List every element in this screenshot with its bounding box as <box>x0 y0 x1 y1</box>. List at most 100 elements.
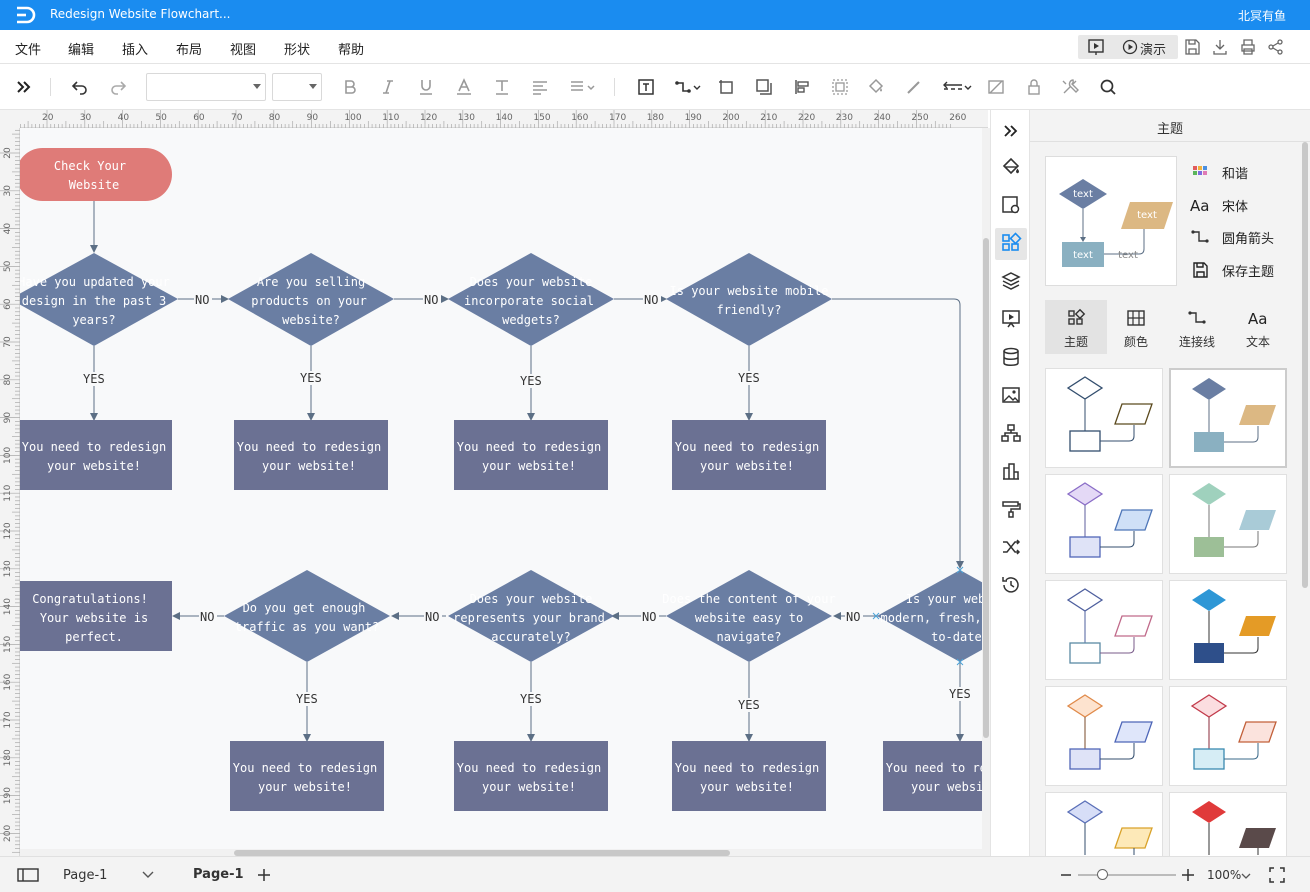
theme-card[interactable] <box>1045 474 1163 574</box>
theme-card[interactable] <box>1045 368 1163 468</box>
tab-connector[interactable]: 连接线 <box>1166 300 1228 354</box>
theme-card[interactable] <box>1169 580 1287 680</box>
fill-bucket-icon[interactable] <box>1000 156 1022 178</box>
font-size-select[interactable] <box>272 73 322 101</box>
italic-icon[interactable] <box>378 77 398 97</box>
shape-settings-icon[interactable] <box>1000 194 1022 216</box>
line-color-icon[interactable] <box>904 77 924 97</box>
presentation-mode-icon[interactable] <box>1078 35 1114 59</box>
decision-mobile-friendly[interactable]: Is your website mobile friendly? <box>666 253 832 346</box>
tab-theme[interactable]: 主题 <box>1045 300 1107 354</box>
text-box-icon[interactable] <box>636 77 656 97</box>
layers-icon[interactable] <box>1000 270 1022 292</box>
connector[interactable] <box>832 298 964 569</box>
collapse-panel-icon[interactable] <box>1000 120 1022 142</box>
decision-represents-brand[interactable]: Does your website represents your brand … <box>448 570 614 662</box>
shadow-icon[interactable] <box>754 77 774 97</box>
line-spacing-icon[interactable] <box>568 77 596 97</box>
decision-social-widgets[interactable]: Does your website incorporate social wed… <box>448 253 614 346</box>
process-redesign[interactable]: You need to redesign your website! <box>672 741 826 811</box>
line-style-icon[interactable] <box>942 77 972 97</box>
theme-card[interactable] <box>1045 580 1163 680</box>
decision-enough-traffic[interactable]: Do you get enough traffic as you want? <box>224 570 390 662</box>
theme-card-selected[interactable] <box>1169 368 1287 468</box>
zoom-in-icon[interactable] <box>1181 868 1195 882</box>
theme-card[interactable] <box>1169 792 1287 856</box>
history-icon[interactable] <box>1000 574 1022 596</box>
end-congratulations[interactable]: Congratulations! Your website is perfect… <box>20 581 172 651</box>
menu-shape[interactable]: 形状 <box>284 39 310 58</box>
start-terminator[interactable]: Check Your Website <box>20 148 172 201</box>
canvas-vertical-scrollbar[interactable] <box>982 128 990 856</box>
print-icon[interactable] <box>1238 37 1258 57</box>
menu-help[interactable]: 帮助 <box>338 39 364 58</box>
app-logo-icon[interactable] <box>14 5 36 25</box>
redo-icon[interactable] <box>108 77 128 97</box>
decision-modern-fresh[interactable]: Is your website modern, fresh, and up- t… <box>877 570 982 662</box>
menu-edit[interactable]: 编辑 <box>68 39 94 58</box>
zoom-slider-handle[interactable] <box>1097 869 1108 880</box>
process-redesign[interactable]: You need to redesign your website! <box>454 741 608 811</box>
menu-layout[interactable]: 布局 <box>176 39 202 58</box>
decision-updated-design[interactable]: Have you updated your design in the past… <box>20 253 178 346</box>
process-redesign[interactable]: You need to redesign your website! <box>234 420 388 490</box>
share-icon[interactable] <box>1266 37 1286 57</box>
presentation-icon[interactable] <box>1000 308 1022 330</box>
font-color-icon[interactable] <box>454 77 474 97</box>
user-name[interactable]: 北冥有鱼 <box>1238 7 1286 24</box>
add-page-icon[interactable] <box>257 868 271 882</box>
page-layout-icon[interactable] <box>16 867 40 883</box>
shuffle-icon[interactable] <box>1000 536 1022 558</box>
process-redesign[interactable]: You need to redesign your website! <box>20 420 172 490</box>
tools-icon[interactable] <box>1060 77 1080 97</box>
tab-color[interactable]: 颜色 <box>1105 300 1167 354</box>
group-icon[interactable] <box>830 77 850 97</box>
theme-card[interactable] <box>1169 474 1287 574</box>
fill-color-icon[interactable] <box>866 77 886 97</box>
text-style-icon[interactable] <box>492 77 512 97</box>
crop-icon[interactable] <box>716 77 736 97</box>
lock-icon[interactable] <box>1024 77 1044 97</box>
page-select[interactable]: Page-1 <box>63 868 107 883</box>
fullscreen-icon[interactable] <box>1268 866 1286 884</box>
panel-scrollbar-thumb[interactable] <box>1302 142 1308 588</box>
page-tab-active[interactable]: Page-1 <box>193 867 244 882</box>
theme-card[interactable] <box>1169 686 1287 786</box>
bold-icon[interactable] <box>340 77 360 97</box>
decision-selling-products[interactable]: Are you selling products on your website… <box>228 253 394 346</box>
align-icon[interactable] <box>530 77 550 97</box>
image-icon[interactable] <box>1000 384 1022 406</box>
theme-card[interactable] <box>1045 686 1163 786</box>
theme-card[interactable] <box>1045 792 1163 856</box>
menu-insert[interactable]: 插入 <box>122 39 148 58</box>
format-painter-icon[interactable] <box>1000 498 1022 520</box>
underline-icon[interactable] <box>416 77 436 97</box>
tab-text[interactable]: Aa 文本 <box>1227 300 1289 354</box>
download-icon[interactable] <box>1210 37 1230 57</box>
zoom-out-icon[interactable] <box>1060 868 1072 882</box>
zoom-slider[interactable] <box>1078 874 1176 876</box>
menu-file[interactable]: 文件 <box>15 39 41 58</box>
font-family-select[interactable] <box>146 73 266 101</box>
database-icon[interactable] <box>1000 346 1022 368</box>
drawing-canvas[interactable]: Check Your Website Have you updated your… <box>20 128 982 850</box>
connector-icon[interactable] <box>674 77 702 97</box>
menu-view[interactable]: 视图 <box>230 39 256 58</box>
present-button[interactable]: 演示 <box>1118 35 1176 59</box>
theme-grid-icon[interactable] <box>1000 232 1022 254</box>
zoom-level[interactable]: 100% <box>1207 868 1241 882</box>
save-icon[interactable] <box>1182 37 1202 57</box>
chevron-down-icon[interactable] <box>1241 873 1251 879</box>
undo-icon[interactable] <box>70 77 90 97</box>
decision-easy-navigate[interactable]: Does the content of your website easy to… <box>662 570 836 662</box>
double-chevron-right-icon[interactable] <box>14 77 34 97</box>
scrollbar-thumb[interactable] <box>983 238 989 738</box>
chevron-down-icon[interactable] <box>142 871 154 879</box>
table-chart-icon[interactable] <box>1000 460 1022 482</box>
org-chart-icon[interactable] <box>1000 422 1022 444</box>
align-objects-icon[interactable] <box>792 77 812 97</box>
process-redesign[interactable]: You need to redesign your website! <box>454 420 608 490</box>
search-icon[interactable] <box>1098 77 1118 97</box>
process-redesign[interactable]: You need to redesign your website! <box>672 420 826 490</box>
process-redesign[interactable]: You need to redesign your website! <box>883 741 982 811</box>
